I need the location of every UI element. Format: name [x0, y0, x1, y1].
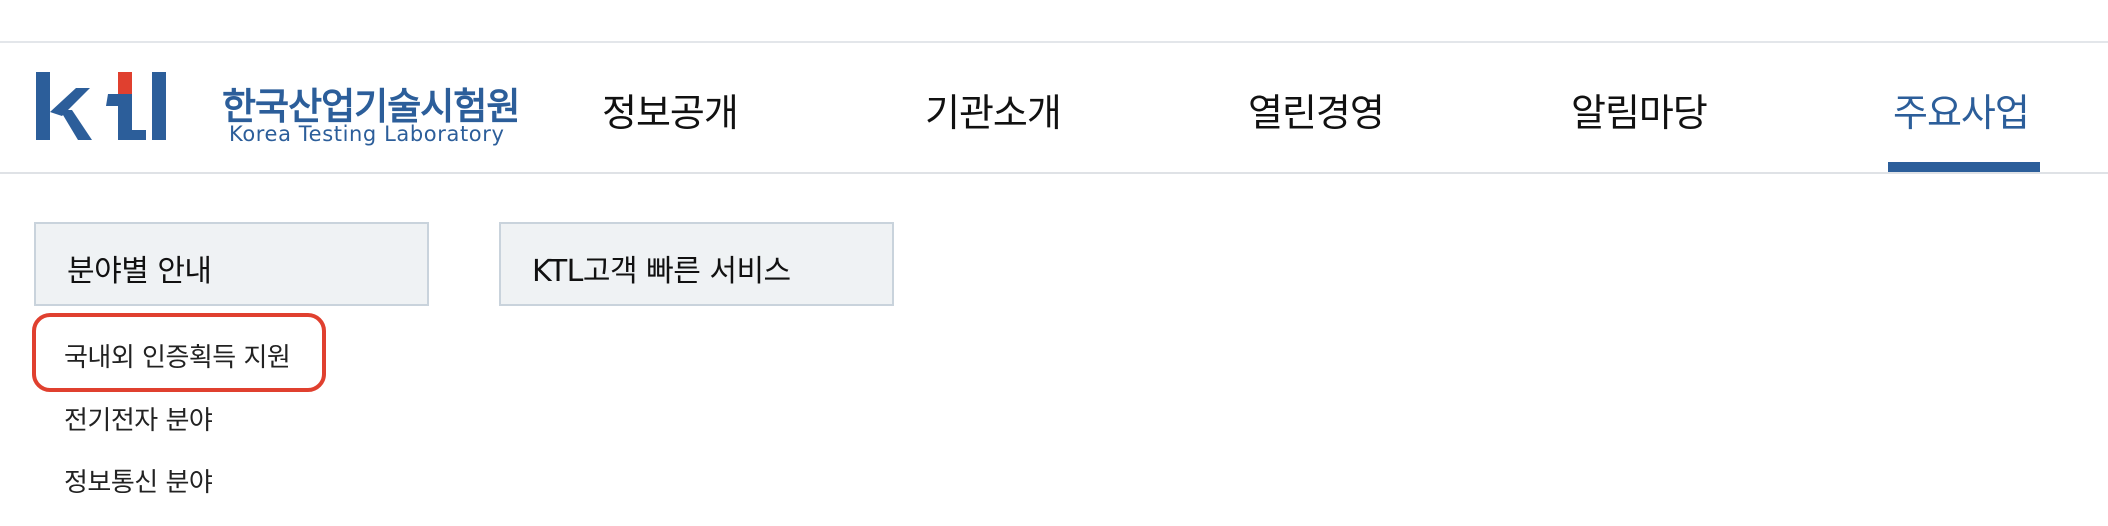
page: 한국산업기술시험원 Korea Testing Laboratory 정보공개 …: [0, 0, 2108, 526]
nav-item-about[interactable]: 기관소개: [925, 82, 1062, 135]
header-divider: [0, 172, 2108, 174]
ktl-logo-icon: [36, 72, 166, 140]
nav-item-notice[interactable]: 알림마당: [1571, 82, 1708, 135]
nav-item-open-management[interactable]: 열린경영: [1248, 82, 1385, 135]
nav-item-main-business[interactable]: 주요사업: [1893, 82, 2030, 135]
category-label: 분야별 안내: [67, 254, 212, 289]
top-divider: [0, 41, 2108, 43]
sub-item-telecom[interactable]: 정보통신 분야: [64, 462, 213, 499]
sub-item-certification-support[interactable]: 국내외 인증획득 지원: [64, 337, 291, 374]
category-quick-service[interactable]: KTL고객 빠른 서비스: [499, 222, 894, 306]
category-field-guide[interactable]: 분야별 안내: [34, 222, 429, 306]
sub-item-electrical[interactable]: 전기전자 분야: [64, 400, 213, 437]
active-nav-indicator: [1888, 162, 2040, 172]
nav-item-info-disclosure[interactable]: 정보공개: [602, 82, 739, 135]
category-label: KTL고객 빠른 서비스: [532, 254, 791, 289]
logo-name-en: Korea Testing Laboratory: [229, 122, 505, 146]
logo-link[interactable]: 한국산업기술시험원 Korea Testing Laboratory: [36, 72, 520, 147]
